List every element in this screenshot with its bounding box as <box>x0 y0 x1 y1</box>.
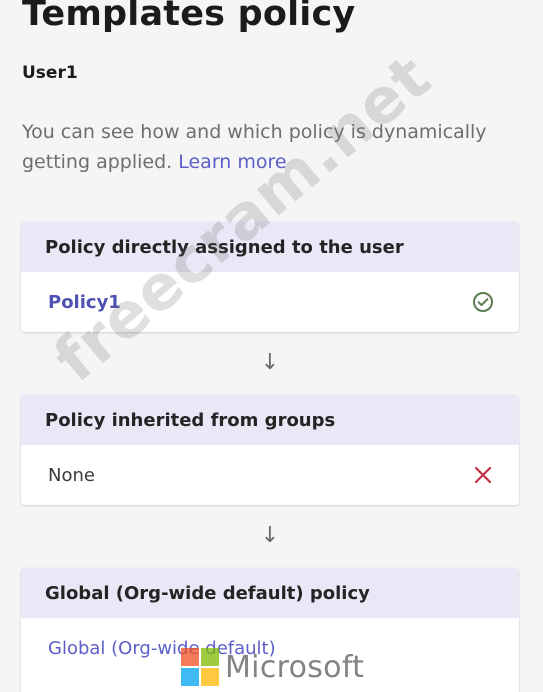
user-name: User1 <box>22 63 78 83</box>
learn-more-link[interactable]: Learn more <box>178 151 286 173</box>
group-policy-header: Policy inherited from groups <box>21 395 519 445</box>
check-circle-icon <box>471 290 495 314</box>
direct-policy-link[interactable]: Policy1 <box>48 292 121 313</box>
group-policy-card: Policy inherited from groups None <box>21 395 519 505</box>
global-policy-card: Global (Org-wide default) policy Global … <box>21 568 519 692</box>
page-title: Templates policy <box>22 0 356 34</box>
group-policy-value: None <box>48 464 95 486</box>
policy-description: You can see how and which policy is dyna… <box>22 117 527 177</box>
global-policy-link[interactable]: Global (Org-wide default) <box>48 638 276 659</box>
global-policy-header: Global (Org-wide default) policy <box>21 568 519 618</box>
flow-arrow-1: ↓ <box>260 350 280 375</box>
flow-arrow-2: ↓ <box>260 523 280 548</box>
watermark: freecram.net <box>40 39 445 396</box>
direct-policy-header: Policy directly assigned to the user <box>21 222 519 272</box>
direct-policy-card: Policy directly assigned to the user Pol… <box>21 222 519 332</box>
close-icon <box>471 463 495 487</box>
